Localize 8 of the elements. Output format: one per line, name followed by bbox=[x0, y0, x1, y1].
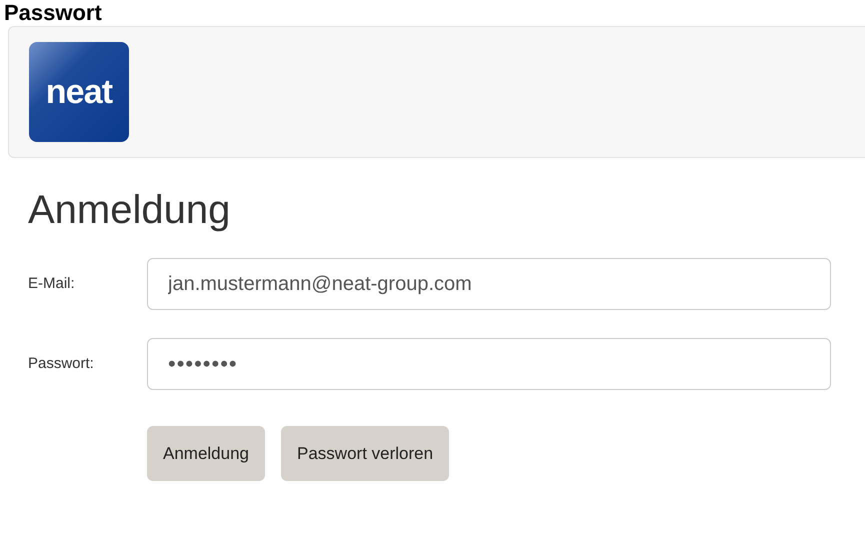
page-heading: Passwort bbox=[3, 0, 103, 26]
logo: neat bbox=[29, 42, 129, 142]
field-label: E-Mail: bbox=[28, 274, 76, 294]
field-label: Passwort: bbox=[28, 354, 95, 374]
form-title: Anmeldung bbox=[28, 187, 232, 234]
forgot-password-button[interactable]: Passwort verloren bbox=[281, 426, 450, 481]
login-button[interactable]: Anmeldung bbox=[147, 426, 266, 481]
password-field[interactable]: •••••••• bbox=[147, 338, 831, 390]
